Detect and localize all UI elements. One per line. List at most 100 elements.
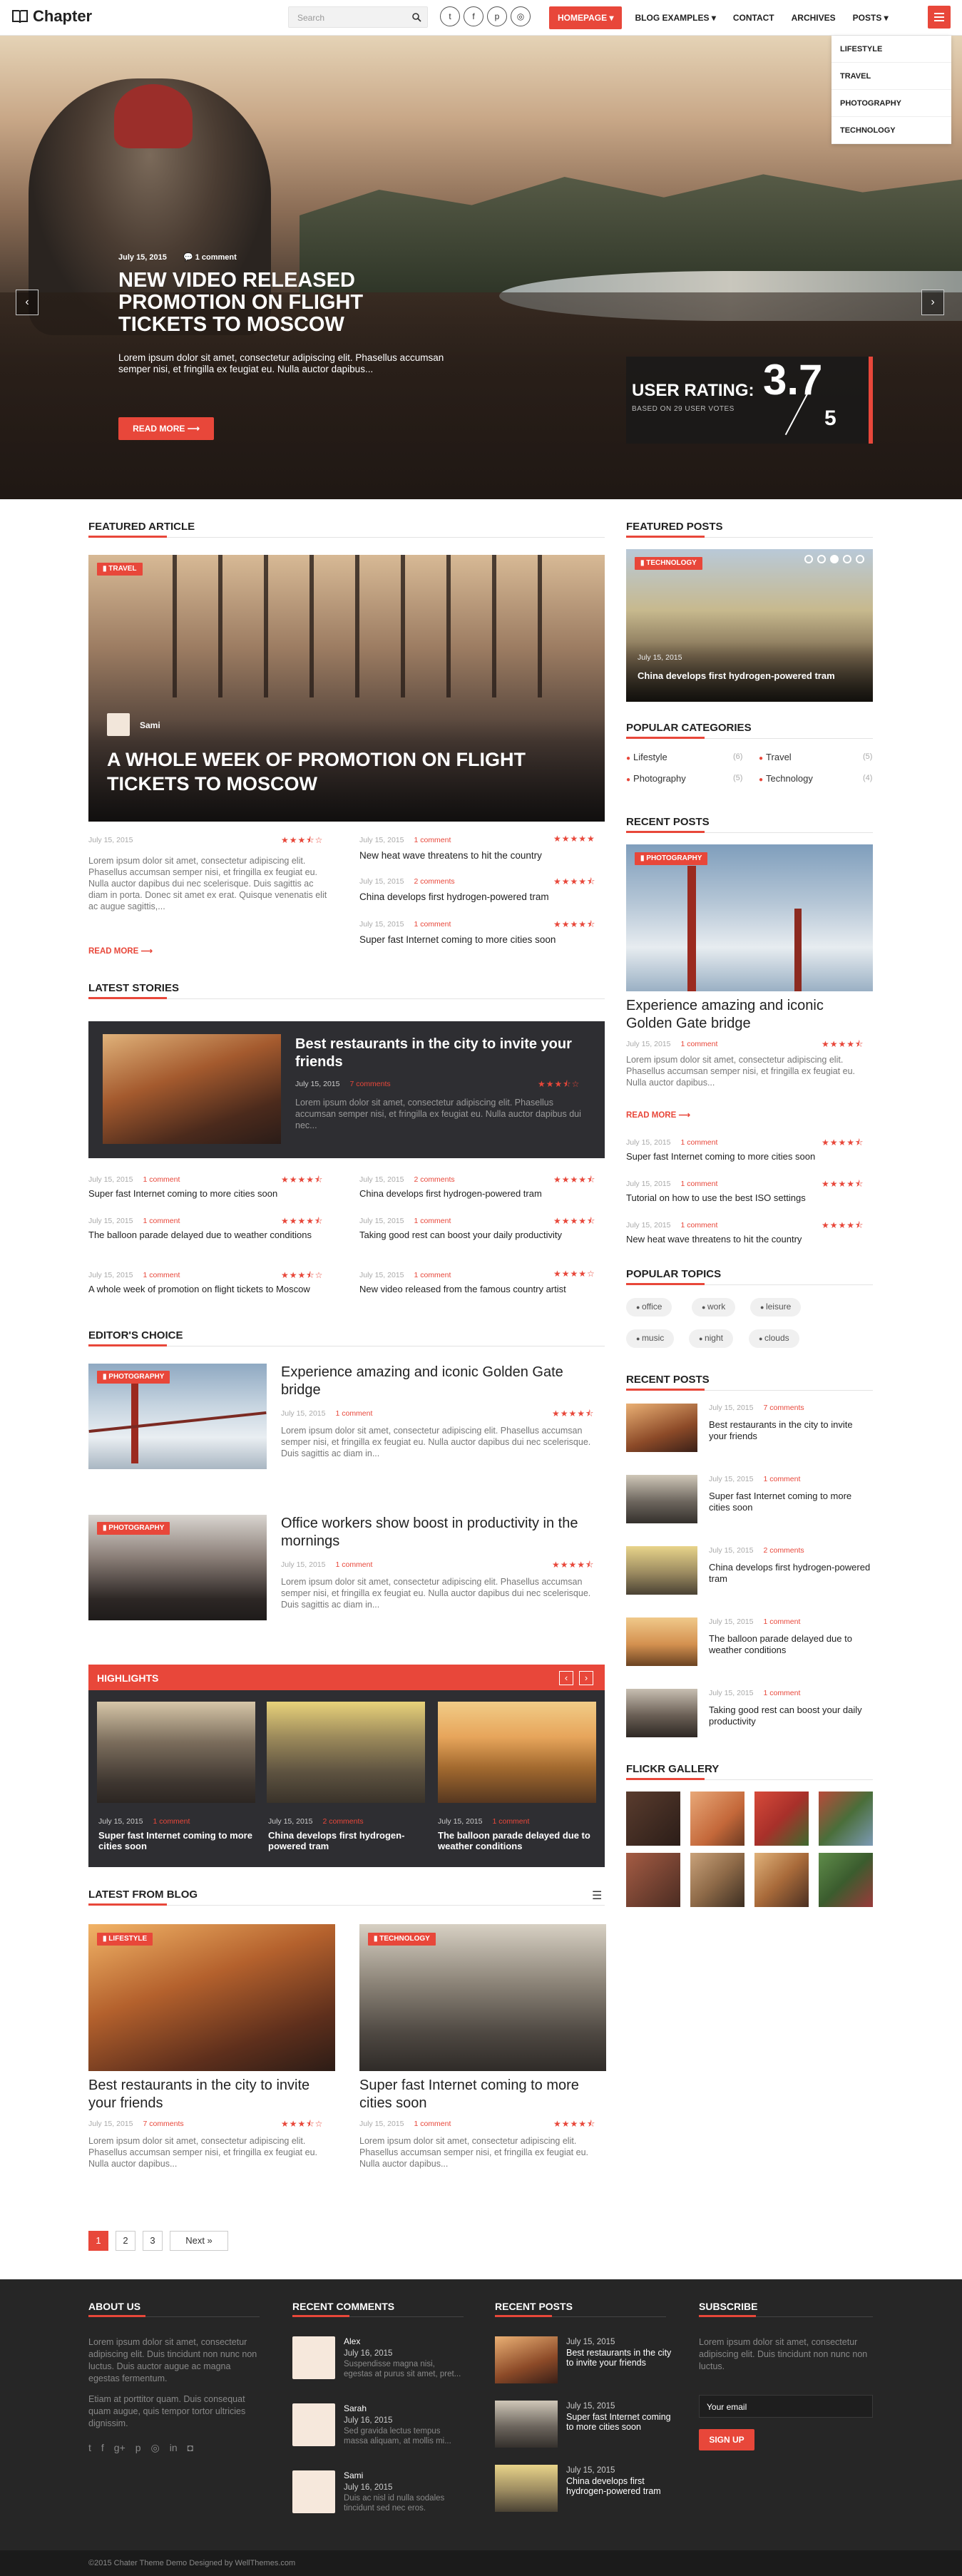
dropdown-item-lifestyle[interactable]: LIFESTYLE <box>831 36 951 63</box>
category-photography[interactable]: ● Photography <box>626 773 686 784</box>
list-item-thumb[interactable] <box>626 1404 697 1452</box>
item-comments[interactable]: 2 comments <box>414 1175 454 1184</box>
topic-tag[interactable]: music <box>626 1329 675 1348</box>
site-logo[interactable]: Chapter <box>11 7 92 26</box>
flickr-thumb[interactable] <box>690 1853 744 1907</box>
item-comments[interactable]: 1 comment <box>680 1180 717 1188</box>
list-item[interactable]: China develops first hydrogen-powered tr… <box>709 1562 873 1585</box>
category-technology[interactable]: ● Technology <box>759 773 813 784</box>
comment-author[interactable]: Sami <box>344 2470 363 2480</box>
item-comments[interactable]: 1 comment <box>335 1560 372 1569</box>
facebook-icon[interactable]: f <box>101 2442 104 2454</box>
item-comments[interactable]: 1 comment <box>414 836 451 844</box>
topic-tag[interactable]: night <box>689 1329 733 1348</box>
nav-archives[interactable]: ARCHIVES <box>792 13 836 23</box>
category-tag-technology[interactable]: ▮ TECHNOLOGY <box>635 557 702 570</box>
item-comments[interactable]: 1 comment <box>143 1271 180 1279</box>
list-item[interactable]: Super fast Internet coming to more citie… <box>566 2412 673 2432</box>
nav-contact[interactable]: CONTACT <box>733 13 774 23</box>
item-comments[interactable]: 1 comment <box>143 1217 180 1225</box>
twitter-icon[interactable]: t <box>88 2442 91 2454</box>
facebook-icon[interactable]: f <box>464 6 483 26</box>
instagram-icon[interactable]: ◎ <box>511 6 531 26</box>
recent-post-title[interactable]: Experience amazing and iconic Golden Gat… <box>626 997 873 1033</box>
search-icon[interactable] <box>412 13 421 22</box>
category-tag-photography[interactable]: ▮ PHOTOGRAPHY <box>97 1522 170 1535</box>
item-comments[interactable]: 1 comment <box>680 1040 717 1048</box>
item-comments[interactable]: 1 comment <box>414 1217 451 1225</box>
page-1-button[interactable]: 1 <box>88 2231 108 2251</box>
category-tag-technology[interactable]: ▮ TECHNOLOGY <box>368 1933 436 1946</box>
highlight-title[interactable]: China develops first hydrogen-powered tr… <box>268 1830 425 1851</box>
dropdown-item-travel[interactable]: TRAVEL <box>831 63 951 90</box>
list-item-thumb[interactable] <box>495 2465 558 2512</box>
editor-item-title[interactable]: Office workers show boost in productivit… <box>281 1515 595 1550</box>
slider-next-icon[interactable]: › <box>921 290 944 315</box>
category-tag-photography[interactable]: ▮ PHOTOGRAPHY <box>97 1371 170 1384</box>
list-view-icon[interactable]: ☰ <box>592 1888 602 1903</box>
recent-post-read-more[interactable]: READ MORE ⟶ <box>626 1110 690 1120</box>
menu-icon[interactable] <box>928 6 951 29</box>
blog-item-image[interactable] <box>88 1924 335 2071</box>
list-item[interactable]: China develops first hydrogen-powered tr… <box>359 1188 605 1200</box>
category-tag-lifestyle[interactable]: ▮ LIFESTYLE <box>97 1933 153 1946</box>
nav-homepage[interactable]: HOMEPAGE ▾ <box>549 6 623 29</box>
google-plus-icon[interactable]: g+ <box>114 2442 126 2454</box>
list-item[interactable]: Best restaurants in the city to invite y… <box>709 1419 873 1442</box>
blog-item-image[interactable] <box>359 1924 606 2071</box>
item-comments[interactable]: 7 comments <box>349 1080 390 1088</box>
item-comments[interactable]: 1 comment <box>414 2120 451 2128</box>
topic-tag[interactable]: work <box>692 1298 736 1317</box>
item-comments[interactable]: 1 comment <box>153 1817 190 1826</box>
pinterest-icon[interactable]: p <box>487 6 507 26</box>
flickr-thumb[interactable] <box>690 1792 744 1846</box>
featured-post-title[interactable]: China develops first hydrogen-powered tr… <box>638 670 851 682</box>
topic-tag[interactable]: clouds <box>749 1329 799 1348</box>
list-item[interactable]: Super fast Internet coming to more citie… <box>709 1491 873 1513</box>
hero-comments[interactable]: 1 comment <box>195 253 237 262</box>
item-comments[interactable]: 1 comment <box>680 1138 717 1147</box>
list-item[interactable]: Taking good rest can boost your daily pr… <box>359 1230 573 1241</box>
slider-dot[interactable] <box>856 555 864 563</box>
linkedin-icon[interactable]: in <box>170 2442 178 2454</box>
highlight-image[interactable] <box>438 1702 596 1803</box>
dribbble-icon[interactable]: ◎ <box>151 2442 160 2454</box>
slider-dot[interactable] <box>817 555 826 563</box>
highlights-next-icon[interactable]: › <box>579 1671 593 1685</box>
featured-title[interactable]: A WHOLE WEEK OF PROMOTION ON FLIGHT TICK… <box>107 747 592 796</box>
search-input[interactable]: Search <box>288 6 428 28</box>
item-comments[interactable]: 1 comment <box>414 920 451 929</box>
flickr-thumb[interactable] <box>754 1792 809 1846</box>
hero-title[interactable]: New Video Released Promotion on Flight T… <box>118 270 439 336</box>
nav-posts[interactable]: POSTS ▾ <box>853 13 889 23</box>
list-item[interactable]: Tutorial on how to use the best ISO sett… <box>626 1192 873 1204</box>
recent-post-image[interactable] <box>626 844 873 991</box>
category-tag-photography[interactable]: ▮ PHOTOGRAPHY <box>635 852 708 865</box>
item-comments[interactable]: 1 comment <box>680 1221 717 1230</box>
highlight-title[interactable]: Super fast Internet coming to more citie… <box>98 1830 255 1851</box>
dropdown-item-technology[interactable]: TECHNOLOGY <box>831 117 951 144</box>
topic-tag[interactable]: office <box>626 1298 672 1317</box>
item-comments[interactable]: 7 comments <box>143 2120 183 2128</box>
comment-author[interactable]: Alex <box>344 2336 360 2346</box>
pinterest-icon[interactable]: p <box>135 2442 141 2454</box>
slider-dot[interactable] <box>804 555 813 563</box>
editor-item-title[interactable]: Experience amazing and iconic Golden Gat… <box>281 1364 595 1399</box>
item-comments[interactable]: 1 comment <box>335 1409 372 1418</box>
next-page-button[interactable]: Next » <box>170 2231 228 2251</box>
item-comments[interactable]: 1 comment <box>763 1617 800 1626</box>
flickr-thumb[interactable] <box>626 1792 680 1846</box>
featured-read-more[interactable]: READ MORE ⟶ <box>88 946 153 956</box>
flickr-thumb[interactable] <box>754 1853 809 1907</box>
dropdown-item-photography[interactable]: PHOTOGRAPHY <box>831 90 951 117</box>
featured-author[interactable]: Sami <box>140 720 160 730</box>
sign-up-button[interactable]: SIGN UP <box>699 2429 754 2450</box>
category-travel[interactable]: ● Travel <box>759 752 792 762</box>
nav-blog-examples[interactable]: BLOG EXAMPLES ▾ <box>635 13 715 23</box>
list-item[interactable]: Best restaurants in the city to invite y… <box>566 2348 673 2368</box>
highlight-image[interactable] <box>267 1702 425 1803</box>
highlights-prev-icon[interactable]: ‹ <box>559 1671 573 1685</box>
subscribe-email-input[interactable]: Your email <box>699 2395 873 2418</box>
category-lifestyle[interactable]: ● Lifestyle <box>626 752 667 762</box>
list-item-thumb[interactable] <box>495 2401 558 2448</box>
